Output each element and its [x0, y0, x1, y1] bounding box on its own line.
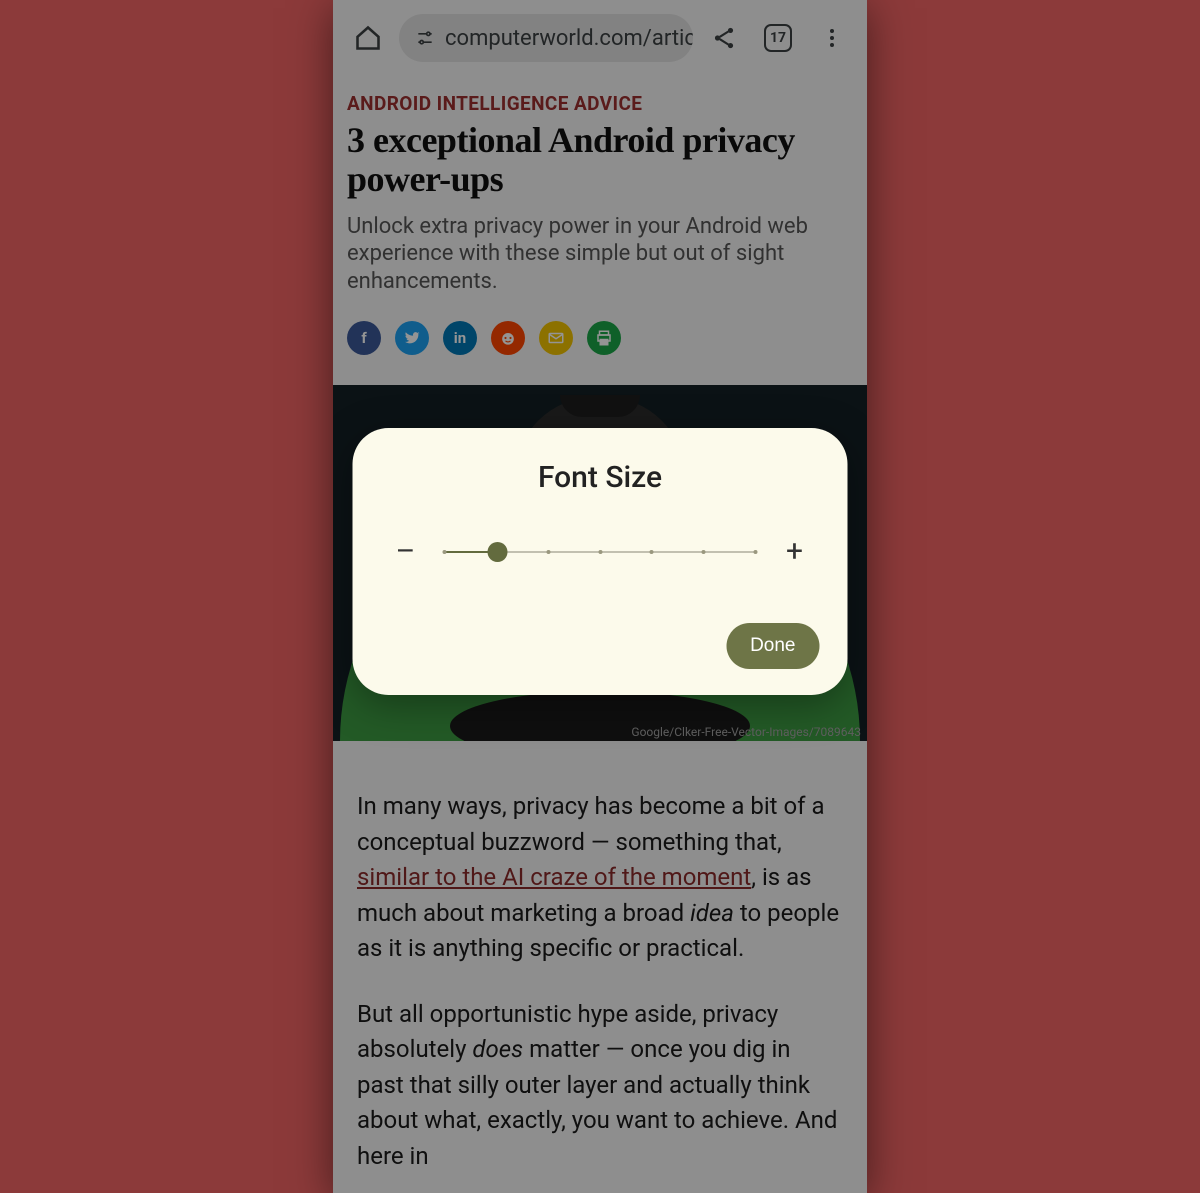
image-credit: Google/Clker-Free-Vector-Images/7089643: [631, 725, 861, 739]
font-size-dialog: Font Size – + Done: [353, 428, 848, 695]
body-paragraph: But all opportunistic hype aside, privac…: [357, 997, 843, 1175]
body-paragraph: In many ways, privacy has become a bit o…: [357, 789, 843, 967]
reddit-icon[interactable]: [491, 321, 525, 355]
overflow-menu-icon[interactable]: [809, 15, 855, 61]
site-settings-icon[interactable]: [415, 27, 435, 49]
article-header: ANDROID INTELLIGENCE ADVICE 3 exceptiona…: [333, 76, 867, 355]
linkedin-icon[interactable]: in: [443, 321, 477, 355]
dialog-title: Font Size: [381, 460, 820, 495]
url-bar[interactable]: computerworld.com/article/3: [399, 14, 693, 62]
url-text: computerworld.com/article/3: [445, 26, 693, 51]
browser-toolbar: computerworld.com/article/3 17: [333, 0, 867, 76]
article-dek: Unlock extra privacy power in your Andro…: [347, 213, 853, 296]
slider-thumb[interactable]: [487, 542, 507, 562]
facebook-icon[interactable]: f: [347, 321, 381, 355]
phone-frame: computerworld.com/article/3 17 ANDROID I…: [333, 0, 867, 1193]
tabs-button[interactable]: 17: [755, 15, 801, 61]
twitter-icon[interactable]: [395, 321, 429, 355]
home-icon[interactable]: [345, 15, 391, 61]
body-link[interactable]: similar to the AI craze of the moment: [357, 863, 751, 891]
increase-font-button[interactable]: +: [780, 537, 810, 567]
article-body: In many ways, privacy has become a bit o…: [333, 741, 867, 1193]
article-kicker: ANDROID INTELLIGENCE ADVICE: [347, 92, 853, 115]
print-icon[interactable]: [587, 321, 621, 355]
decrease-font-button[interactable]: –: [391, 537, 421, 567]
share-icon[interactable]: [701, 15, 747, 61]
article-headline: 3 exceptional Android privacy power-ups: [347, 121, 853, 199]
tab-count-badge: 17: [764, 24, 792, 52]
font-size-slider-row: – +: [381, 537, 820, 567]
done-button[interactable]: Done: [726, 623, 819, 669]
email-icon[interactable]: [539, 321, 573, 355]
social-share-row: f in: [347, 321, 853, 355]
font-size-slider[interactable]: [445, 542, 756, 562]
